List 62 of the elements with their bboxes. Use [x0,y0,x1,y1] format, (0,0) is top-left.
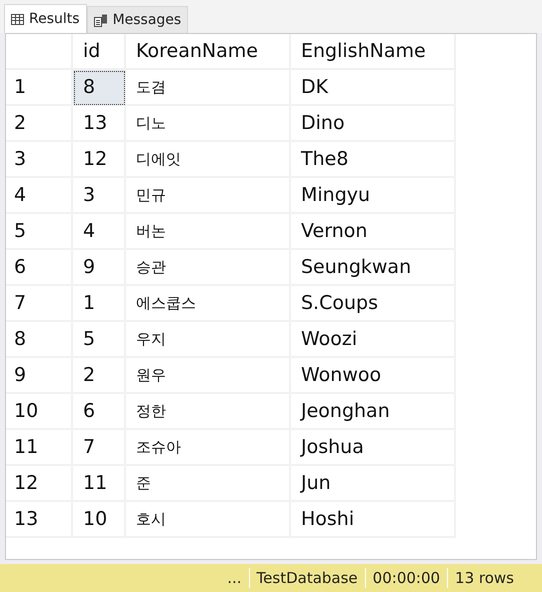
table-cell[interactable]: 우지 [126,322,291,358]
table-cell[interactable]: 12 [73,142,126,178]
document-icon [94,14,108,26]
table-cell[interactable]: 1 [73,286,126,322]
row-number: 11 [6,430,73,466]
table-cell[interactable]: Hoshi [291,502,456,538]
messages-tab[interactable]: Messages [86,6,188,33]
table-cell[interactable]: 버논 [126,214,291,250]
table-cell[interactable]: Joshua [291,430,456,466]
table-cell[interactable]: 4 [73,214,126,250]
table-cell[interactable]: Jeonghan [291,394,456,430]
row-number: 9 [6,358,73,394]
table-cell[interactable]: 6 [73,394,126,430]
table-cell[interactable]: Vernon [291,214,456,250]
table-cell[interactable]: 11 [73,466,126,502]
table-cell[interactable]: 9 [73,250,126,286]
table-cell[interactable]: 호시 [126,502,291,538]
table-cell[interactable]: 3 [73,178,126,214]
table-cell[interactable]: S.Coups [291,286,456,322]
corner-header [6,34,73,70]
table-cell[interactable]: 5 [73,322,126,358]
results-tab[interactable]: Results [4,4,87,33]
table-cell[interactable]: 7 [73,430,126,466]
row-number: 3 [6,142,73,178]
row-number: 10 [6,394,73,430]
row-number: 4 [6,178,73,214]
row-number: 13 [6,502,73,538]
table-cell[interactable]: 승관 [126,250,291,286]
column-header[interactable]: EnglishName [291,34,456,70]
table-cell[interactable]: 13 [73,106,126,142]
table-cell[interactable]: 2 [73,358,126,394]
row-number: 6 [6,250,73,286]
row-number: 2 [6,106,73,142]
table-cell[interactable]: 준 [126,466,291,502]
table-cell[interactable]: Wonwoo [291,358,456,394]
table-cell[interactable]: 에스쿱스 [126,286,291,322]
table-cell[interactable]: 조슈아 [126,430,291,466]
row-number: 8 [6,322,73,358]
table-cell[interactable]: Jun [291,466,456,502]
status-text: TestDatabase [256,569,358,587]
table-cell[interactable]: 원우 [126,358,291,394]
table-cell[interactable]: Seungkwan [291,250,456,286]
status-text: 00:00:00 [372,569,440,587]
table-cell[interactable]: 10 [73,502,126,538]
table-cell[interactable]: The8 [291,142,456,178]
table-cell[interactable]: Mingyu [291,178,456,214]
column-header[interactable]: KoreanName [126,34,291,70]
table-cell[interactable]: DK [291,70,456,106]
row-number: 7 [6,286,73,322]
status-text: ... [227,569,242,587]
table-cell[interactable]: 디에잇 [126,142,291,178]
table-cell[interactable]: Woozi [291,322,456,358]
row-number: 5 [6,214,73,250]
status-text: 13 rows [455,569,514,587]
table-cell[interactable]: 민규 [126,178,291,214]
table-cell[interactable]: Dino [291,106,456,142]
table-cell[interactable]: 정한 [126,394,291,430]
grid-icon [11,14,24,24]
table-cell[interactable]: 8 [73,70,126,106]
table-cell[interactable]: 도겸 [126,70,291,106]
table-cell[interactable]: 디노 [126,106,291,142]
row-number: 12 [6,466,73,502]
